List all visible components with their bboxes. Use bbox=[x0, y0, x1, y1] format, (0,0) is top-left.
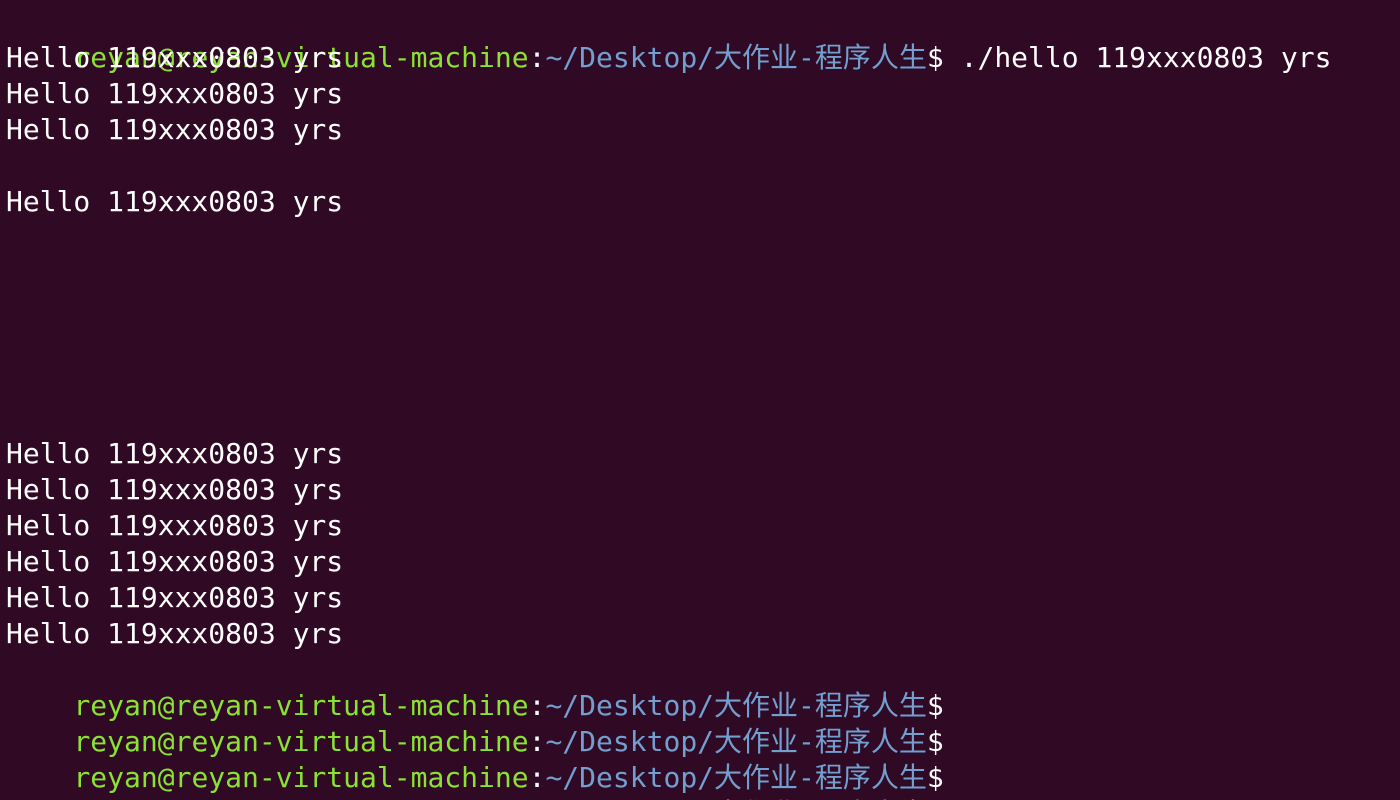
command-line: reyan@reyan-virtual-machine:~/Desktop/大作… bbox=[6, 4, 1331, 74]
active-prompt-line[interactable]: reyan@reyan-virtual-machine:~/Desktop/大作… bbox=[6, 760, 943, 800]
prompt-line: reyan@reyan-virtual-machine:~/Desktop/大作… bbox=[6, 652, 943, 722]
output-line: Hello 119xxx0803 yrs bbox=[6, 617, 344, 650]
prompt-path: ~/Desktop/大作业-程序人生 bbox=[545, 41, 927, 74]
prompt-symbol: $ bbox=[926, 41, 944, 74]
output-line: Hello 119xxx0803 yrs bbox=[6, 473, 344, 506]
output-line: Hello 119xxx0803 yrs bbox=[6, 185, 344, 218]
prompt-line: reyan@reyan-virtual-machine:~/Desktop/大作… bbox=[6, 724, 943, 794]
terminal-window[interactable]: reyan@reyan-virtual-machine:~/Desktop/大作… bbox=[0, 0, 1400, 800]
prompt-line: reyan@reyan-virtual-machine:~/Desktop/大作… bbox=[6, 688, 943, 758]
output-line: Hello 119xxx0803 yrs bbox=[6, 113, 344, 146]
output-line: Hello 119xxx0803 yrs bbox=[6, 581, 344, 614]
output-line: Hello 119xxx0803 yrs bbox=[6, 77, 344, 110]
prompt-separator: : bbox=[528, 41, 546, 74]
output-line: Hello 119xxx0803 yrs bbox=[6, 41, 344, 74]
output-line: Hello 119xxx0803 yrs bbox=[6, 437, 344, 470]
output-line: Hello 119xxx0803 yrs bbox=[6, 545, 344, 578]
output-line: Hello 119xxx0803 yrs bbox=[6, 509, 344, 542]
command-text: ./hello 119xxx0803 yrs bbox=[943, 41, 1332, 74]
